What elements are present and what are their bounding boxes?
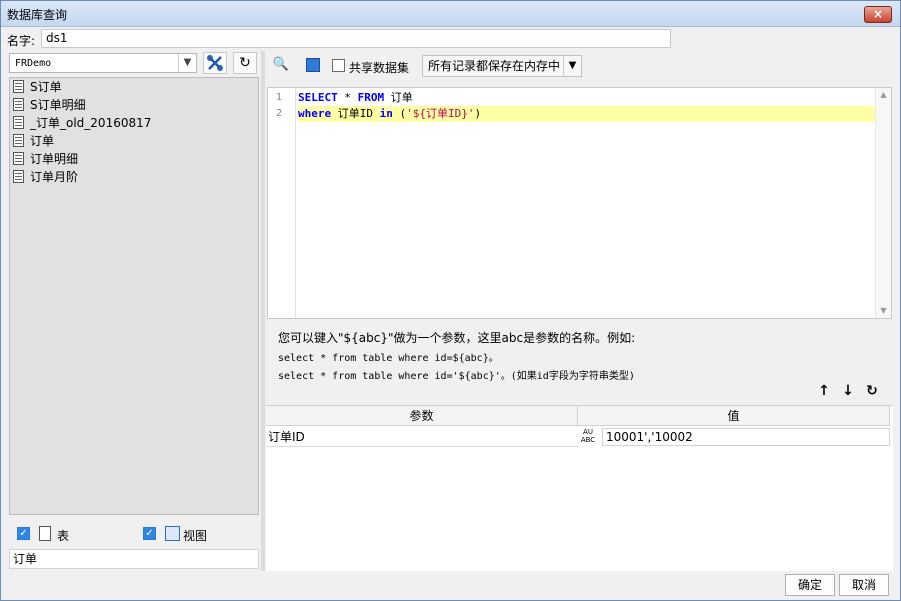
table-list[interactable]: S订单 S订单明细 _订单_old_20160817 订单 订单明细 订单月阶 [9, 77, 259, 515]
chevron-down-icon: ▼ [563, 56, 581, 76]
table-item[interactable]: 订单月阶 [10, 168, 258, 186]
table-item-label: 订单 [30, 134, 55, 148]
parameter-icon [306, 58, 320, 72]
show-tables-checkbox[interactable]: ✓ [17, 527, 30, 540]
help-line: 您可以键入"${abc}"做为一个参数，这里abc是参数的名称。例如: [278, 331, 636, 345]
parameter-name-cell: 订单ID [266, 427, 578, 447]
view-icon [165, 526, 180, 541]
table-item[interactable]: S订单明细 [10, 96, 258, 114]
table-icon [39, 526, 51, 541]
title-bar: 数据库查询 × [1, 1, 900, 27]
refresh-icon: ↻ [866, 383, 878, 399]
scroll-up-icon[interactable]: ▲ [876, 88, 891, 102]
sql-text: * [337, 91, 358, 104]
scroll-down-icon[interactable]: ▼ [876, 304, 891, 318]
move-down-button[interactable]: ↓ [838, 381, 858, 401]
table-item-label: 订单月阶 [30, 170, 79, 184]
line-number: 2 [276, 108, 283, 119]
shared-dataset-checkbox[interactable] [332, 59, 345, 72]
table-item[interactable]: _订单_old_20160817 [10, 114, 258, 132]
table-icon [13, 98, 24, 111]
refresh-tables-button[interactable]: ↻ [233, 52, 257, 74]
table-filter-input[interactable]: 订单 [9, 549, 259, 569]
code-line-1: SELECT * FROM 订单 [298, 90, 413, 106]
table-icon [13, 134, 24, 147]
name-label: 名字: [7, 34, 36, 48]
parameter-value-input[interactable]: 10001','10002 [602, 428, 890, 446]
memory-mode-value: 所有记录都保存在内存中 [428, 59, 561, 73]
move-up-button[interactable]: ↑ [814, 381, 834, 401]
show-tables-label: 表 [57, 529, 70, 543]
table-icon [13, 80, 24, 93]
name-row: 名字: ds1 [7, 28, 897, 48]
column-header-value: 值 [578, 406, 890, 426]
parameter-button[interactable] [302, 55, 324, 75]
sql-keyword: FROM [357, 91, 385, 104]
table-item-label: 订单明细 [30, 152, 79, 166]
table-item-label: S订单明细 [30, 98, 86, 112]
arrow-up-icon: ↑ [818, 383, 830, 399]
table-icon [13, 152, 24, 165]
memory-mode-select[interactable]: 所有记录都保存在内存中 ▼ [422, 55, 582, 77]
dialog-footer: 确定 取消 [1, 572, 900, 600]
sql-keyword: in [379, 107, 393, 120]
sql-string: '${订单ID}' [406, 107, 475, 120]
table-icon [13, 170, 24, 183]
line-number-gutter: 1 2 [268, 88, 296, 318]
tools-icon [207, 55, 223, 71]
parameter-tools: ↑ ↓ ↻ [810, 381, 890, 401]
connection-settings-button[interactable] [203, 52, 227, 74]
sql-keyword: where [298, 107, 332, 120]
sql-text: ( [392, 107, 407, 120]
query-toolbar: 🔍 共享数据集 所有记录都保存在内存中 ▼ [266, 53, 894, 79]
name-input[interactable]: ds1 [41, 29, 671, 48]
object-type-filters: ✓ 表 ✓ 视图 [17, 525, 257, 545]
code-line-2: where 订单ID in ('${订单ID}') [298, 106, 876, 122]
right-panel: 🔍 共享数据集 所有记录都保存在内存中 ▼ 1 2 SELECT * FROM … [266, 51, 894, 571]
shared-dataset-label: 共享数据集 [349, 61, 410, 75]
table-item[interactable]: 订单明细 [10, 150, 258, 168]
refresh-icon: ↻ [239, 55, 251, 71]
column-header-param: 参数 [266, 406, 578, 426]
close-icon: × [872, 7, 884, 21]
help-example: select * from table where id='${abc}'。(如… [278, 371, 635, 382]
panel-splitter[interactable] [261, 51, 265, 571]
table-item[interactable]: S订单 [10, 78, 258, 96]
parameter-help: 您可以键入"${abc}"做为一个参数，这里abc是参数的名称。例如: sele… [278, 329, 878, 382]
database-select-value: FRDemo [15, 58, 52, 69]
database-query-dialog: 数据库查询 × 名字: ds1 FRDemo ▼ ↻ S订单 S订单明细 _订单… [0, 0, 901, 601]
table-item[interactable]: 订单 [10, 132, 258, 150]
table-icon [13, 116, 24, 129]
type-badge-top: AU [583, 428, 593, 436]
sql-editor[interactable]: 1 2 SELECT * FROM 订单 where 订单ID in ('${订… [267, 87, 892, 319]
sql-text: ) [474, 107, 482, 120]
sql-keyword: SELECT [298, 91, 338, 104]
show-views-checkbox[interactable]: ✓ [143, 527, 156, 540]
preview-icon: 🔍 [272, 57, 290, 72]
parameter-table: 参数 值 订单ID AU ABC 10001','10002 [266, 405, 893, 571]
sql-text: 订单ID [331, 107, 380, 120]
dialog-title: 数据库查询 [7, 8, 68, 22]
chevron-down-icon: ▼ [178, 54, 196, 72]
type-selector-button[interactable]: AU ABC [578, 428, 598, 446]
ok-button[interactable]: 确定 [785, 574, 835, 596]
database-select[interactable]: FRDemo ▼ [9, 53, 197, 73]
table-item-label: _订单_old_20160817 [30, 116, 152, 130]
editor-scrollbar[interactable]: ▲ ▼ [875, 88, 891, 318]
close-button[interactable]: × [864, 6, 892, 23]
refresh-parameters-button[interactable]: ↻ [862, 381, 882, 401]
arrow-down-icon: ↓ [842, 383, 854, 399]
show-views-label: 视图 [183, 529, 208, 543]
type-badge-bottom: ABC [580, 436, 596, 444]
cancel-button[interactable]: 取消 [839, 574, 889, 596]
left-panel: FRDemo ▼ ↻ S订单 S订单明细 _订单_old_20160817 订单… [7, 51, 261, 571]
sql-text: 订单 [384, 91, 413, 104]
table-item-label: S订单 [30, 80, 62, 94]
line-number: 1 [276, 92, 283, 103]
help-example: select * from table where id=${abc}。 [278, 353, 499, 364]
preview-button[interactable]: 🔍 [270, 55, 292, 75]
